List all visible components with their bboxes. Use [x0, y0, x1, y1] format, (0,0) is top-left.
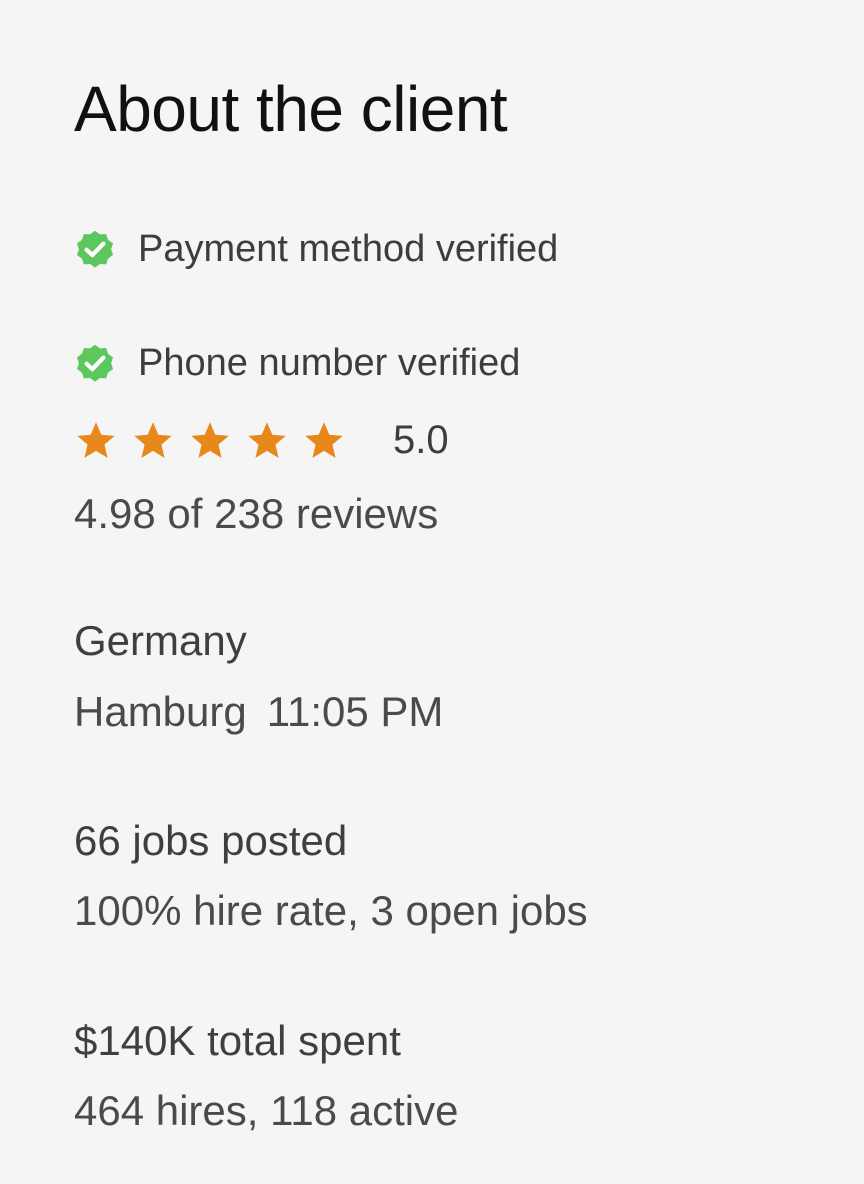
payment-verified-row: Payment method verified — [72, 226, 558, 272]
total-spent: $140K total spent — [74, 1017, 401, 1064]
reviews-summary: 4.98 of 238 reviews — [74, 490, 439, 537]
rating-value: 5.0 — [393, 418, 449, 462]
verified-badge-icon — [76, 230, 114, 268]
about-client-panel: About the client Payment method verified… — [0, 0, 864, 1184]
star-icon — [191, 421, 229, 458]
star-rating — [74, 419, 359, 463]
hires-summary: 464 hires, 118 active — [74, 1087, 459, 1134]
star-icon — [305, 421, 343, 458]
client-country: Germany — [74, 617, 247, 664]
hire-rate: 100% hire rate, 3 open jobs — [74, 887, 588, 934]
phone-verified-row: Phone number verified — [72, 340, 520, 386]
payment-verified-label: Payment method verified — [138, 227, 559, 270]
rating-row: 5.0 — [74, 418, 449, 463]
star-icon — [77, 421, 115, 458]
section-title: About the client — [74, 73, 508, 145]
jobs-posted: 66 jobs posted — [74, 817, 348, 864]
star-icon — [134, 421, 172, 458]
client-city-time: Hamburg 11:05 PM — [74, 688, 443, 736]
verified-badge-icon — [76, 344, 114, 382]
star-icon — [248, 421, 286, 458]
client-city: Hamburg — [74, 688, 247, 735]
phone-verified-label: Phone number verified — [138, 341, 521, 384]
client-local-time: 11:05 PM — [266, 688, 444, 735]
